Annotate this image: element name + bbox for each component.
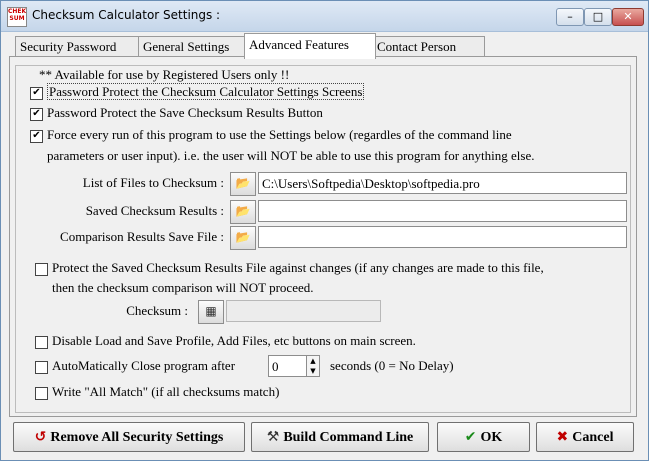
- protect-settings-checkbox[interactable]: ✔: [30, 87, 43, 100]
- protect-save-checkbox[interactable]: ✔: [30, 108, 43, 121]
- protect-settings-text: Password Protect the Checksum Calculator…: [47, 83, 365, 100]
- saved-results-browse-button[interactable]: 📂: [230, 200, 256, 224]
- advanced-features-panel: ** Available for use by Registered Users…: [9, 56, 637, 417]
- reset-icon: ↺: [34, 429, 47, 445]
- tab-contact-person[interactable]: Contact Person: [372, 36, 485, 57]
- settings-window: CHEK SUM Checksum Calculator Settings : …: [0, 0, 649, 461]
- saved-results-label: Saved Checksum Results :: [85, 203, 224, 218]
- tools-icon: ⚒: [266, 429, 280, 445]
- remove-security-label: Remove All Security Settings: [50, 430, 224, 445]
- app-icon-text-bottom: SUM: [9, 15, 25, 22]
- cancel-x-icon: ✖: [556, 429, 569, 445]
- maximize-button[interactable]: □: [584, 8, 612, 26]
- remove-security-button[interactable]: ↺ Remove All Security Settings: [13, 422, 245, 452]
- protect-file-label-line1: Protect the Saved Checksum Results File …: [52, 260, 544, 275]
- protect-file-checkbox[interactable]: [35, 263, 48, 276]
- auto-close-suffix: seconds (0 = No Delay): [330, 358, 454, 373]
- auto-close-spinner[interactable]: ▲ ▼: [306, 355, 320, 377]
- files-list-input[interactable]: C:\Users\Softpedia\Desktop\softpedia.pro: [258, 172, 627, 194]
- calculator-icon: ▦: [205, 304, 217, 318]
- ok-label: OK: [480, 430, 503, 445]
- group-label: ** Available for use by Registered Users…: [36, 67, 293, 83]
- comparison-save-browse-button[interactable]: 📂: [230, 226, 256, 250]
- cancel-label: Cancel: [572, 430, 614, 445]
- force-settings-label-line2: parameters or user input). i.e. the user…: [47, 148, 535, 163]
- spin-down-icon[interactable]: ▼: [307, 366, 319, 376]
- auto-close-checkbox[interactable]: [35, 361, 48, 374]
- checkmark-icon: ✔: [464, 429, 477, 445]
- auto-close-label: AutoMatically Close program after: [52, 358, 236, 373]
- comparison-save-input[interactable]: [258, 226, 627, 248]
- app-icon-text-top: CHEK: [8, 8, 27, 15]
- tab-security-password[interactable]: Security Password: [15, 36, 140, 57]
- folder-icon: 📂: [235, 176, 251, 190]
- window-title: Checksum Calculator Settings :: [32, 8, 221, 22]
- ok-button[interactable]: ✔ OK: [437, 422, 530, 452]
- close-button[interactable]: ✕: [612, 8, 644, 26]
- checksum-input[interactable]: [226, 300, 381, 322]
- files-list-browse-button[interactable]: 📂: [230, 172, 256, 196]
- saved-results-input[interactable]: [258, 200, 627, 222]
- title-bar[interactable]: CHEK SUM Checksum Calculator Settings : …: [1, 1, 648, 32]
- tab-advanced-features[interactable]: Advanced Features: [244, 33, 376, 59]
- protect-settings-label: Password Protect the Checksum Calculator…: [47, 83, 365, 100]
- force-settings-checkbox[interactable]: ✔: [30, 130, 43, 143]
- build-command-line-label: Build Command Line: [283, 430, 414, 445]
- cancel-button[interactable]: ✖ Cancel: [536, 422, 634, 452]
- folder-icon: 📂: [235, 230, 251, 244]
- checksum-calc-button[interactable]: ▦: [198, 300, 224, 324]
- write-all-match-checkbox[interactable]: [35, 387, 48, 400]
- minimize-button[interactable]: –: [556, 8, 584, 26]
- checksum-label: Checksum :: [126, 303, 188, 318]
- folder-icon: 📂: [235, 204, 251, 218]
- auto-close-seconds-input[interactable]: 0: [268, 355, 308, 377]
- tab-general-settings[interactable]: General Settings: [138, 36, 248, 57]
- protect-save-label: Password Protect the Save Checksum Resul…: [47, 105, 323, 120]
- force-settings-label-line1: Force every run of this program to use t…: [47, 127, 512, 142]
- disable-load-checkbox[interactable]: [35, 336, 48, 349]
- protect-file-label-line2: then the checksum comparison will NOT pr…: [52, 280, 314, 295]
- write-all-match-label: Write "All Match" (if all checksums matc…: [52, 384, 280, 399]
- app-icon: CHEK SUM: [7, 7, 27, 27]
- spin-up-icon[interactable]: ▲: [307, 356, 319, 366]
- comparison-save-label: Comparison Results Save File :: [60, 229, 224, 244]
- disable-load-label: Disable Load and Save Profile, Add Files…: [52, 333, 416, 348]
- files-list-label: List of Files to Checksum :: [82, 175, 224, 190]
- build-command-line-button[interactable]: ⚒ Build Command Line: [251, 422, 429, 452]
